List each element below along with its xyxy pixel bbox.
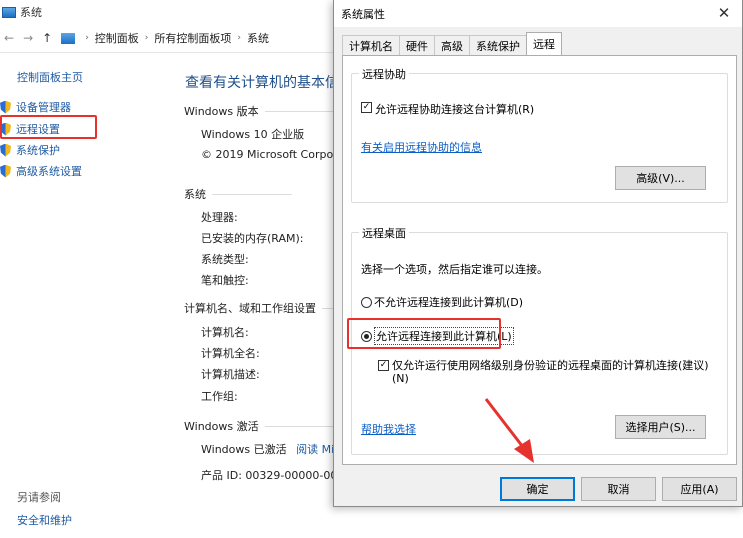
- tab-computer-name[interactable]: 计算机名: [342, 35, 400, 55]
- nla-label-line2: (N): [392, 372, 409, 385]
- shield-icon: [0, 143, 11, 157]
- select-users-button[interactable]: 选择用户(S)...: [615, 415, 706, 439]
- dialog-title: 系统属性: [341, 7, 385, 21]
- sidebar-item-advanced-settings[interactable]: 高级系统设置: [0, 163, 82, 179]
- see-also-heading: 另请参阅: [17, 491, 61, 504]
- breadcrumb-all-items[interactable]: 所有控制面板项: [154, 30, 231, 46]
- window-title: 系统: [20, 6, 42, 19]
- nla-label-line1: 仅允许运行使用网络级别身份验证的远程桌面的计算机连接(建议): [392, 359, 709, 372]
- processor-label: 处理器:: [201, 211, 238, 224]
- computer-name-label: 计算机名:: [201, 326, 249, 339]
- section-activation: Windows 激活: [184, 418, 345, 434]
- checkbox-checked-icon: ✓: [378, 360, 389, 371]
- page-title: 查看有关计算机的基本信: [185, 75, 339, 91]
- security-maintenance-link[interactable]: 安全和维护: [17, 512, 72, 528]
- shield-icon: [0, 100, 11, 114]
- forward-arrow-icon[interactable]: →: [23, 31, 33, 45]
- copyright-text: © 2019 Microsoft Corpora: [201, 148, 345, 161]
- remote-assistance-group: 远程协助 ✓ 允许远程协助连接这台计算机(R) 有关启用远程协助的信息 高级(V…: [351, 66, 728, 203]
- section-system: 系统: [184, 186, 292, 202]
- activated-text: Windows 已激活: [201, 443, 287, 456]
- section-windows-edition: Windows 版本: [184, 103, 345, 119]
- control-panel-titlebar: 系统: [0, 0, 340, 24]
- back-arrow-icon[interactable]: ←: [4, 31, 14, 45]
- tab-hardware[interactable]: 硬件: [399, 35, 435, 55]
- ram-label: 已安装的内存(RAM):: [201, 232, 304, 245]
- apply-button[interactable]: 应用(A): [662, 477, 737, 501]
- tab-system-protection[interactable]: 系统保护: [469, 35, 527, 55]
- edition-name: Windows 10 企业版: [201, 128, 305, 141]
- radio-unselected-icon: [361, 296, 372, 308]
- nla-only-checkbox[interactable]: ✓ 仅允许运行使用网络级别身份验证的远程桌面的计算机连接(建议) (N): [378, 359, 718, 385]
- shield-icon: [0, 164, 11, 178]
- product-id: 产品 ID: 00329-00000-0000: [201, 469, 352, 482]
- allow-remote-assistance-checkbox[interactable]: ✓ 允许远程协助连接这台计算机(R): [361, 101, 534, 117]
- sidebar-item-label: 系统保护: [16, 144, 60, 157]
- ok-button[interactable]: 确定: [500, 477, 575, 501]
- dialog-titlebar: 系统属性 ✕: [334, 0, 742, 27]
- remote-assistance-info-link[interactable]: 有关启用远程协助的信息: [361, 139, 482, 155]
- divider: [0, 52, 340, 53]
- checkbox-checked-icon: ✓: [361, 102, 372, 113]
- allow-option-highlight: [347, 318, 501, 349]
- description-label: 计算机描述:: [201, 368, 260, 381]
- chevron-right-icon: ›: [85, 33, 89, 43]
- sidebar-item-system-protection[interactable]: 系统保护: [0, 142, 60, 158]
- radio-disallow-remote[interactable]: 不允许远程连接到此计算机(D): [361, 294, 523, 310]
- address-bar[interactable]: ← → ↑ › 控制面板 › 所有控制面板项 › 系统: [0, 27, 340, 49]
- workgroup-label: 工作组:: [201, 390, 238, 403]
- annotation-arrow-icon: [484, 398, 534, 463]
- tab-remote[interactable]: 远程: [526, 32, 562, 55]
- sidebar-item-label: 设备管理器: [16, 101, 71, 114]
- breadcrumb-system[interactable]: 系统: [247, 30, 269, 46]
- sidebar-home-link[interactable]: 控制面板主页: [17, 69, 83, 85]
- remote-settings-highlight: [0, 115, 97, 139]
- advanced-button[interactable]: 高级(V)...: [615, 166, 706, 190]
- chevron-right-icon: ›: [144, 33, 149, 43]
- sidebar-item-device-manager[interactable]: 设备管理器: [0, 99, 71, 115]
- checkbox-label: 仅允许运行使用网络级别身份验证的远程桌面的计算机连接(建议) (N): [392, 359, 709, 385]
- checkbox-label: 允许远程协助连接这台计算机(R): [375, 103, 535, 116]
- computer-icon: [2, 6, 16, 18]
- full-name-label: 计算机全名:: [201, 347, 260, 360]
- sidebar-item-label: 高级系统设置: [16, 165, 82, 178]
- computer-icon: [61, 32, 76, 44]
- system-type-label: 系统类型:: [201, 253, 249, 266]
- remote-assistance-label: 远程协助: [359, 66, 409, 82]
- remote-desktop-instruction: 选择一个选项，然后指定谁可以连接。: [361, 263, 548, 276]
- radio-label: 不允许远程连接到此计算机(D): [374, 296, 524, 309]
- remote-desktop-label: 远程桌面: [359, 225, 409, 241]
- close-icon[interactable]: ✕: [714, 3, 734, 23]
- tab-advanced[interactable]: 高级: [434, 35, 470, 55]
- breadcrumb-control-panel[interactable]: 控制面板: [95, 30, 139, 46]
- help-me-choose-link[interactable]: 帮助我选择: [361, 421, 416, 437]
- chevron-right-icon: ›: [237, 33, 242, 43]
- pen-touch-label: 笔和触控:: [201, 274, 249, 287]
- activation-status: Windows 已激活 阅读 Mic: [201, 441, 340, 457]
- up-arrow-icon[interactable]: ↑: [42, 31, 52, 45]
- cancel-button[interactable]: 取消: [581, 477, 656, 501]
- tab-strip: 计算机名 硬件 高级 系统保护 远程: [342, 32, 562, 55]
